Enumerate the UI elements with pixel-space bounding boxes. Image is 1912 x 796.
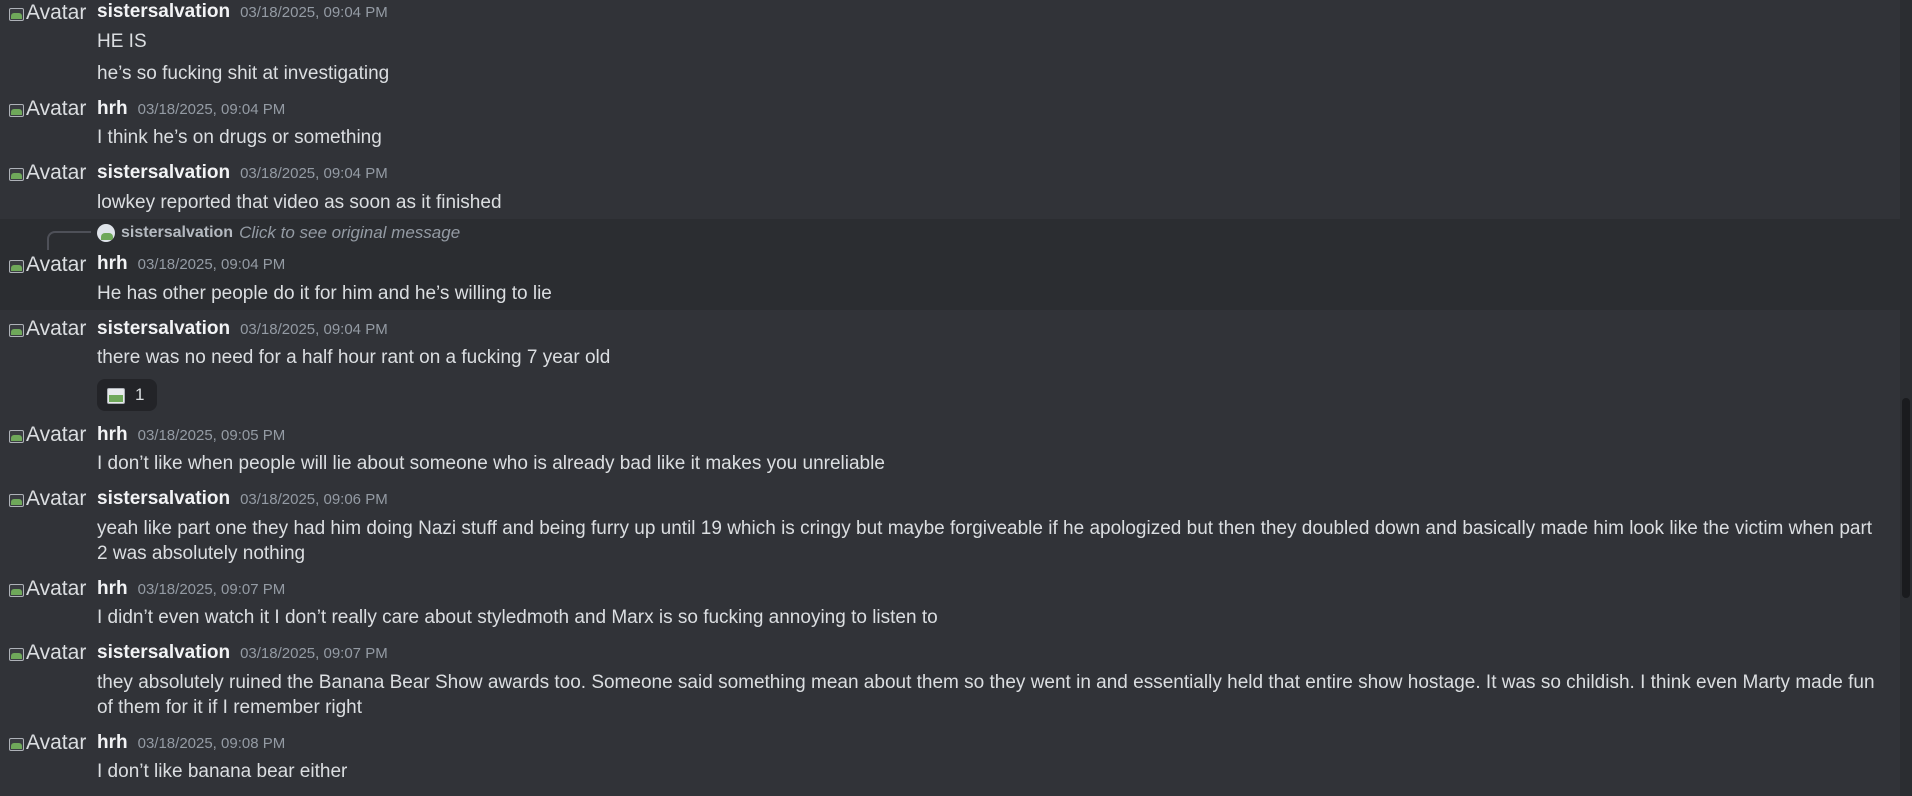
message-header: sistersalvation 03/18/2025, 09:04 PM bbox=[97, 1, 388, 25]
message-header: sistersalvation 03/18/2025, 09:06 PM bbox=[97, 488, 388, 512]
message-text: he’s so fucking shit at investigating bbox=[97, 63, 390, 84]
broken-image-icon bbox=[8, 257, 24, 273]
message: Avatar hrh 03/18/2025, 09:05 PM I don’t … bbox=[0, 422, 1900, 482]
avatar[interactable]: Avatar bbox=[8, 487, 86, 511]
message-text: I don’t like when people will lie about … bbox=[97, 453, 885, 474]
message: Avatar sistersalvation 03/18/2025, 09:04… bbox=[0, 0, 1900, 94]
avatar[interactable]: Avatar bbox=[8, 731, 86, 755]
timestamp[interactable]: 03/18/2025, 09:07 PM bbox=[240, 645, 388, 662]
broken-image-icon bbox=[8, 735, 24, 751]
avatar-alt-text: Avatar bbox=[26, 577, 87, 600]
message-reply-highlighted: sistersalvation Click to see original me… bbox=[0, 219, 1900, 310]
message: Avatar hrh 03/18/2025, 09:07 PM I didn’t… bbox=[0, 576, 1900, 636]
message-text: I didn’t even watch it I don’t really ca… bbox=[97, 607, 938, 628]
avatar-alt-text: Avatar bbox=[26, 423, 87, 446]
avatar[interactable]: Avatar bbox=[8, 641, 86, 665]
broken-image-icon bbox=[8, 427, 24, 443]
author-name[interactable]: sistersalvation bbox=[97, 162, 230, 184]
message-text: HE IS bbox=[97, 31, 147, 52]
timestamp[interactable]: 03/18/2025, 09:04 PM bbox=[240, 4, 388, 21]
author-name[interactable]: sistersalvation bbox=[97, 488, 230, 510]
message: Avatar sistersalvation 03/18/2025, 09:04… bbox=[0, 160, 1900, 218]
avatar-alt-text: Avatar bbox=[26, 253, 87, 276]
message-text: I think he’s on drugs or something bbox=[97, 127, 382, 148]
timestamp[interactable]: 03/18/2025, 09:06 PM bbox=[240, 491, 388, 508]
avatar[interactable]: Avatar bbox=[8, 97, 86, 121]
message: Avatar hrh 03/18/2025, 09:08 PM I don’t … bbox=[0, 730, 1900, 792]
message-text: He has other people do it for him and he… bbox=[97, 283, 552, 304]
broken-image-icon bbox=[8, 645, 24, 661]
reply-reference[interactable]: sistersalvation Click to see original me… bbox=[97, 221, 460, 245]
message-header: hrh 03/18/2025, 09:07 PM bbox=[97, 578, 285, 602]
avatar[interactable]: Avatar bbox=[8, 1, 86, 25]
broken-image-icon bbox=[8, 165, 24, 181]
message: Avatar sistersalvation 03/18/2025, 09:07… bbox=[0, 640, 1900, 726]
reply-author[interactable]: sistersalvation bbox=[121, 224, 233, 242]
broken-image-icon bbox=[8, 581, 24, 597]
timestamp[interactable]: 03/18/2025, 09:07 PM bbox=[138, 581, 286, 598]
message-header: sistersalvation 03/18/2025, 09:04 PM bbox=[97, 162, 388, 186]
avatar[interactable]: Avatar bbox=[8, 161, 86, 185]
author-name[interactable]: sistersalvation bbox=[97, 318, 230, 340]
message-header: sistersalvation 03/18/2025, 09:07 PM bbox=[97, 642, 388, 666]
author-name[interactable]: hrh bbox=[97, 253, 128, 275]
message-text: they absolutely ruined the Banana Bear S… bbox=[97, 672, 1875, 718]
message-text: there was no need for a half hour rant o… bbox=[97, 347, 611, 368]
reply-avatar bbox=[97, 224, 115, 242]
message: Avatar hrh 03/18/2025, 09:04 PM I think … bbox=[0, 96, 1900, 156]
timestamp[interactable]: 03/18/2025, 09:08 PM bbox=[138, 735, 286, 752]
author-name[interactable]: hrh bbox=[97, 98, 128, 120]
scrollbar-track[interactable] bbox=[1900, 0, 1912, 796]
message-text: yeah like part one they had him doing Na… bbox=[97, 518, 1873, 564]
author-name[interactable]: hrh bbox=[97, 732, 128, 754]
reply-link-text[interactable]: Click to see original message bbox=[239, 223, 460, 243]
avatar-alt-text: Avatar bbox=[26, 641, 87, 664]
timestamp[interactable]: 03/18/2025, 09:04 PM bbox=[138, 101, 286, 118]
message-text: I don’t like banana bear either bbox=[97, 761, 348, 782]
broken-image-icon bbox=[8, 321, 24, 337]
message-header: sistersalvation 03/18/2025, 09:04 PM bbox=[97, 318, 388, 342]
reaction-emoji-icon bbox=[107, 386, 125, 404]
avatar-alt-text: Avatar bbox=[26, 97, 87, 120]
avatar-alt-text: Avatar bbox=[26, 731, 87, 754]
broken-image-icon bbox=[8, 5, 24, 21]
avatar-alt-text: Avatar bbox=[26, 161, 87, 184]
avatar[interactable]: Avatar bbox=[8, 317, 86, 341]
scrollbar-thumb[interactable] bbox=[1902, 398, 1910, 598]
timestamp[interactable]: 03/18/2025, 09:04 PM bbox=[240, 321, 388, 338]
message: Avatar sistersalvation 03/18/2025, 09:06… bbox=[0, 486, 1900, 572]
broken-image-icon bbox=[8, 491, 24, 507]
avatar[interactable]: Avatar bbox=[8, 253, 86, 277]
reply-spine bbox=[47, 231, 91, 250]
message: Avatar sistersalvation 03/18/2025, 09:04… bbox=[0, 316, 1900, 416]
author-name[interactable]: sistersalvation bbox=[97, 1, 230, 23]
reaction-count: 1 bbox=[135, 385, 145, 404]
avatar[interactable]: Avatar bbox=[8, 577, 86, 601]
message-header: hrh 03/18/2025, 09:05 PM bbox=[97, 424, 285, 448]
message-header: hrh 03/18/2025, 09:04 PM bbox=[97, 98, 285, 122]
message-header: hrh 03/18/2025, 09:04 PM bbox=[97, 253, 285, 277]
broken-image-icon bbox=[8, 101, 24, 117]
reaction-button[interactable]: 1 bbox=[97, 379, 157, 411]
avatar[interactable]: Avatar bbox=[8, 423, 86, 447]
timestamp[interactable]: 03/18/2025, 09:04 PM bbox=[138, 256, 286, 273]
author-name[interactable]: sistersalvation bbox=[97, 642, 230, 664]
message-list: Avatar sistersalvation 03/18/2025, 09:04… bbox=[0, 0, 1900, 796]
author-name[interactable]: hrh bbox=[97, 578, 128, 600]
timestamp[interactable]: 03/18/2025, 09:05 PM bbox=[138, 427, 286, 444]
message-header: hrh 03/18/2025, 09:08 PM bbox=[97, 732, 285, 756]
avatar-alt-text: Avatar bbox=[26, 317, 87, 340]
message-text: lowkey reported that video as soon as it… bbox=[97, 192, 502, 213]
avatar-alt-text: Avatar bbox=[26, 1, 87, 24]
timestamp[interactable]: 03/18/2025, 09:04 PM bbox=[240, 165, 388, 182]
author-name[interactable]: hrh bbox=[97, 424, 128, 446]
avatar-alt-text: Avatar bbox=[26, 487, 87, 510]
